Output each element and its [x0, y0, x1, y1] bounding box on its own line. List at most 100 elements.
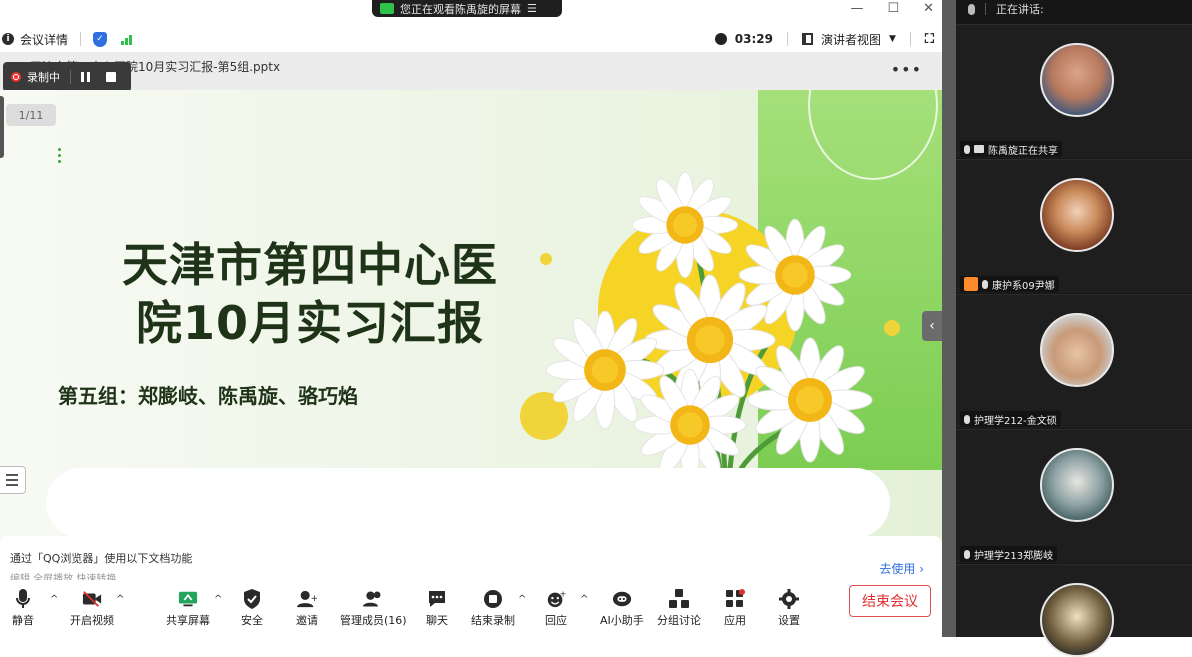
signal-icon[interactable]	[121, 33, 133, 45]
avatar	[1040, 313, 1114, 387]
security-label: 安全	[241, 614, 263, 627]
divider	[985, 3, 986, 15]
svg-text:+: +	[560, 589, 566, 598]
react-label: 回应	[545, 614, 567, 627]
breakout-label: 分组讨论	[657, 614, 701, 627]
drag-handle-icon[interactable]	[58, 148, 61, 163]
shared-slide: 1/11 天津市第四中心医 院10月实习汇报 第五组：郑膨岐、陈禹旋、骆巧焰 ‹	[0, 90, 942, 550]
side-handle[interactable]	[0, 96, 4, 158]
sharing-banner[interactable]: 您正在观看陈禹旋的屏幕 ☰	[372, 0, 562, 17]
divider	[70, 70, 71, 84]
chat-button[interactable]: 聊天	[426, 580, 448, 637]
list-icon[interactable]	[0, 466, 26, 494]
slide-title: 天津市第四中心医 院10月实习汇报	[60, 236, 560, 352]
participant-tile[interactable]: 护理学213郑膨岐	[956, 429, 1192, 563]
participant-name: 护理学212-金文硕	[974, 415, 1057, 427]
chat-icon	[427, 589, 447, 609]
shield-icon[interactable]: ✓	[93, 31, 108, 47]
slide-title-line2: 院10月实习汇报	[135, 296, 484, 350]
meeting-info-link[interactable]: 会议详情	[20, 31, 68, 48]
apps-button[interactable]: 应用	[724, 580, 746, 637]
more-options-icon[interactable]: •••	[891, 60, 922, 79]
end-recording-button[interactable]: 结束录制	[471, 580, 515, 637]
chevron-up-icon[interactable]: ^	[50, 594, 58, 605]
participant-tile[interactable]: 陈禹旋正在共享	[956, 24, 1192, 158]
user-badge-icon	[964, 277, 978, 291]
avatar	[1040, 178, 1114, 252]
security-button[interactable]: 安全	[241, 580, 263, 637]
window-controls: — ☐ ✕	[850, 0, 934, 17]
microphone-icon	[982, 279, 988, 289]
participant-name-tag: 陈禹旋正在共享	[960, 141, 1062, 157]
microphone-icon	[968, 3, 975, 15]
stop-record-icon	[483, 589, 503, 609]
participant-name-tag: 康护系09尹娜	[960, 276, 1059, 292]
meeting-toolbar: 静音 ^ 开启视频 ^ 共享屏幕 ^ 安全 + 邀请 管理成员(16) 聊天 结…	[0, 580, 942, 637]
breakout-button[interactable]: 分组讨论	[657, 580, 701, 637]
participant-name: 康护系09尹娜	[992, 280, 1055, 292]
react-button[interactable]: + 回应	[545, 580, 567, 637]
info-icon[interactable]: i	[2, 33, 14, 45]
meeting-header: i 会议详情 ✓ 03:29 演讲者视图 ▼ ⛶	[0, 26, 942, 52]
share-screen-button[interactable]: 共享屏幕	[166, 580, 210, 637]
chevron-up-icon[interactable]: ^	[116, 594, 124, 605]
chevron-up-icon[interactable]: ^	[580, 594, 588, 605]
speaking-label: 正在讲话:	[996, 3, 1044, 16]
screen-share-icon	[380, 3, 394, 14]
slide-title-line1: 天津市第四中心医	[122, 238, 498, 292]
stop-recording-button[interactable]	[106, 72, 116, 82]
record-icon	[11, 72, 21, 82]
participant-name: 护理学213郑膨岐	[974, 550, 1054, 562]
meeting-timer: 03:29	[734, 32, 773, 46]
security-icon	[242, 589, 262, 609]
microphone-icon	[964, 414, 970, 424]
view-mode-button[interactable]: 演讲者视图	[821, 31, 881, 48]
manage-members-button[interactable]: 管理成员(16)	[340, 580, 407, 637]
microphone-icon	[964, 144, 970, 154]
manage-members-label: 管理成员(16)	[340, 614, 407, 627]
participant-name: 陈禹旋正在共享	[988, 145, 1058, 157]
invite-label: 邀请	[296, 614, 318, 627]
add-user-icon: +	[297, 589, 317, 609]
start-video-label: 开启视频	[70, 614, 114, 627]
document-bar: 天津市第四中心医院10月实习汇报-第5组.pptx •••	[0, 52, 942, 90]
chevron-left-icon[interactable]: ‹	[922, 311, 942, 341]
chevron-up-icon[interactable]: ^	[214, 594, 222, 605]
participant-tile[interactable]: 护理学212-金文硕	[956, 294, 1192, 428]
divider	[80, 32, 82, 46]
qq-browser-prompt: 通过「QQ浏览器」使用以下文档功能 编辑 全屏播放 快速转换 去使用 ›	[0, 536, 942, 585]
mute-button[interactable]: 静音	[12, 580, 34, 637]
ai-assistant-label: AI小助手	[600, 614, 644, 627]
avatar	[1040, 583, 1114, 657]
pause-recording-button[interactable]	[81, 72, 90, 82]
microphone-icon	[964, 549, 970, 559]
minimize-icon[interactable]: —	[850, 1, 863, 16]
slide-subtitle: 第五组：郑膨岐、陈禹旋、骆巧焰	[58, 384, 358, 408]
microphone-icon	[13, 589, 33, 609]
maximize-icon[interactable]: ☐	[887, 1, 899, 16]
slide-white-pill-decor	[46, 468, 890, 538]
share-screen-icon	[178, 589, 198, 609]
close-icon[interactable]: ✕	[923, 1, 934, 16]
ai-assistant-button[interactable]: AI小助手	[600, 580, 644, 637]
apps-label: 应用	[724, 614, 746, 627]
qq-prompt-action[interactable]: 去使用 ›	[879, 560, 924, 577]
start-video-button[interactable]: 开启视频	[70, 580, 114, 637]
invite-button[interactable]: + 邀请	[296, 580, 318, 637]
participant-tile[interactable]	[956, 564, 1192, 657]
layout-icon	[801, 33, 813, 45]
recording-label: 录制中	[27, 71, 60, 84]
participant-name-tag: 护理学213郑膨岐	[960, 546, 1058, 562]
end-recording-label: 结束录制	[471, 614, 515, 627]
participant-tile[interactable]: 康护系09尹娜	[956, 159, 1192, 293]
chevron-up-icon[interactable]: ^	[518, 594, 526, 605]
fullscreen-icon[interactable]: ⛶	[925, 32, 934, 47]
emoji-icon: +	[546, 589, 566, 609]
end-meeting-button[interactable]: 结束会议	[849, 585, 931, 617]
menu-icon[interactable]: ☰	[527, 2, 537, 15]
chat-label: 聊天	[426, 614, 448, 627]
panel-divider[interactable]	[942, 0, 956, 637]
video-off-icon	[82, 589, 102, 609]
chevron-down-icon[interactable]: ▼	[889, 34, 896, 44]
settings-button[interactable]: 设置	[778, 580, 800, 637]
